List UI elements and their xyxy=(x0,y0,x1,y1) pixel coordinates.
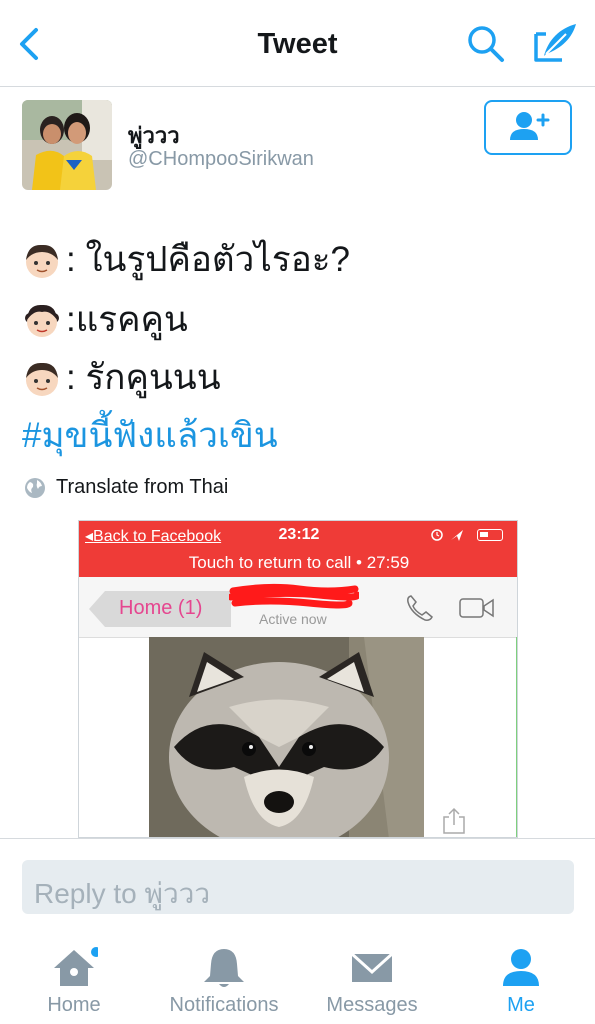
compose-icon[interactable] xyxy=(532,18,580,66)
tweet-line: :แรคคูน xyxy=(22,292,188,347)
media-chat-header: Home (1) Active now xyxy=(79,577,517,638)
globe-icon xyxy=(25,477,45,498)
tab-label: Messages xyxy=(326,994,418,1016)
tab-label: Home xyxy=(47,994,101,1016)
reply-input[interactable]: Reply to พู่ววว xyxy=(22,860,574,914)
girl-face-emoji xyxy=(25,304,59,337)
raccoon-photo xyxy=(149,637,424,837)
tweet-line-text: :แรคคูน xyxy=(66,300,188,339)
envelope-icon xyxy=(350,952,394,982)
tab-messages[interactable]: Messages xyxy=(316,938,428,1024)
phone-icon xyxy=(407,595,433,621)
media-status-bar: ◂Back to Facebook 23:12 xyxy=(79,521,517,549)
tweet-line-text: : ในรูปคือตัวไรอะ? xyxy=(66,240,350,279)
add-user-icon xyxy=(510,112,550,140)
avatar[interactable] xyxy=(22,100,112,190)
media-call-banner: Touch to return to call • 27:59 xyxy=(79,549,517,577)
translate-link[interactable]: Translate from Thai xyxy=(24,476,228,499)
divider xyxy=(0,838,595,839)
tab-notifications[interactable]: Notifications xyxy=(158,938,290,1024)
redaction-scribble xyxy=(229,583,359,609)
tab-home[interactable]: Home xyxy=(24,938,124,1024)
tab-bar: Home Notifications Messages Me xyxy=(0,938,595,1024)
tweet-line-text: : รักคูนนน xyxy=(66,358,221,397)
tweet-line: : รักคูนนน xyxy=(22,350,221,405)
bell-icon xyxy=(204,949,244,987)
person-icon xyxy=(503,949,539,986)
author-handle[interactable]: @CHompooSirikwan xyxy=(128,148,314,171)
media-home-label: Home (1) xyxy=(119,597,203,619)
follow-button[interactable] xyxy=(484,100,572,155)
tab-me[interactable]: Me xyxy=(476,938,566,1024)
home-icon xyxy=(54,947,98,986)
tab-label: Notifications xyxy=(169,994,279,1016)
boy-face-emoji xyxy=(26,244,58,278)
translate-label: Translate from Thai xyxy=(56,476,229,498)
media-divider xyxy=(516,637,517,837)
boy-face-emoji xyxy=(26,362,58,396)
tweet-media[interactable]: ◂Back to Facebook 23:12 Touch to return … xyxy=(78,520,518,838)
reply-placeholder: Reply to พู่ววว xyxy=(34,878,211,909)
tab-label: Me xyxy=(507,994,535,1016)
hashtag-link[interactable]: #มุขนี้ฟังแล้วเขิน xyxy=(22,408,278,463)
navigation-bar: Tweet xyxy=(0,0,595,87)
status-icons xyxy=(431,529,463,541)
tweet-line: : ในรูปคือตัวไรอะ? xyxy=(22,232,350,287)
media-status-label: Active now xyxy=(259,611,327,627)
search-icon[interactable] xyxy=(464,22,508,66)
video-call-icon xyxy=(459,598,494,618)
battery-icon xyxy=(477,529,503,541)
share-icon xyxy=(443,807,465,834)
